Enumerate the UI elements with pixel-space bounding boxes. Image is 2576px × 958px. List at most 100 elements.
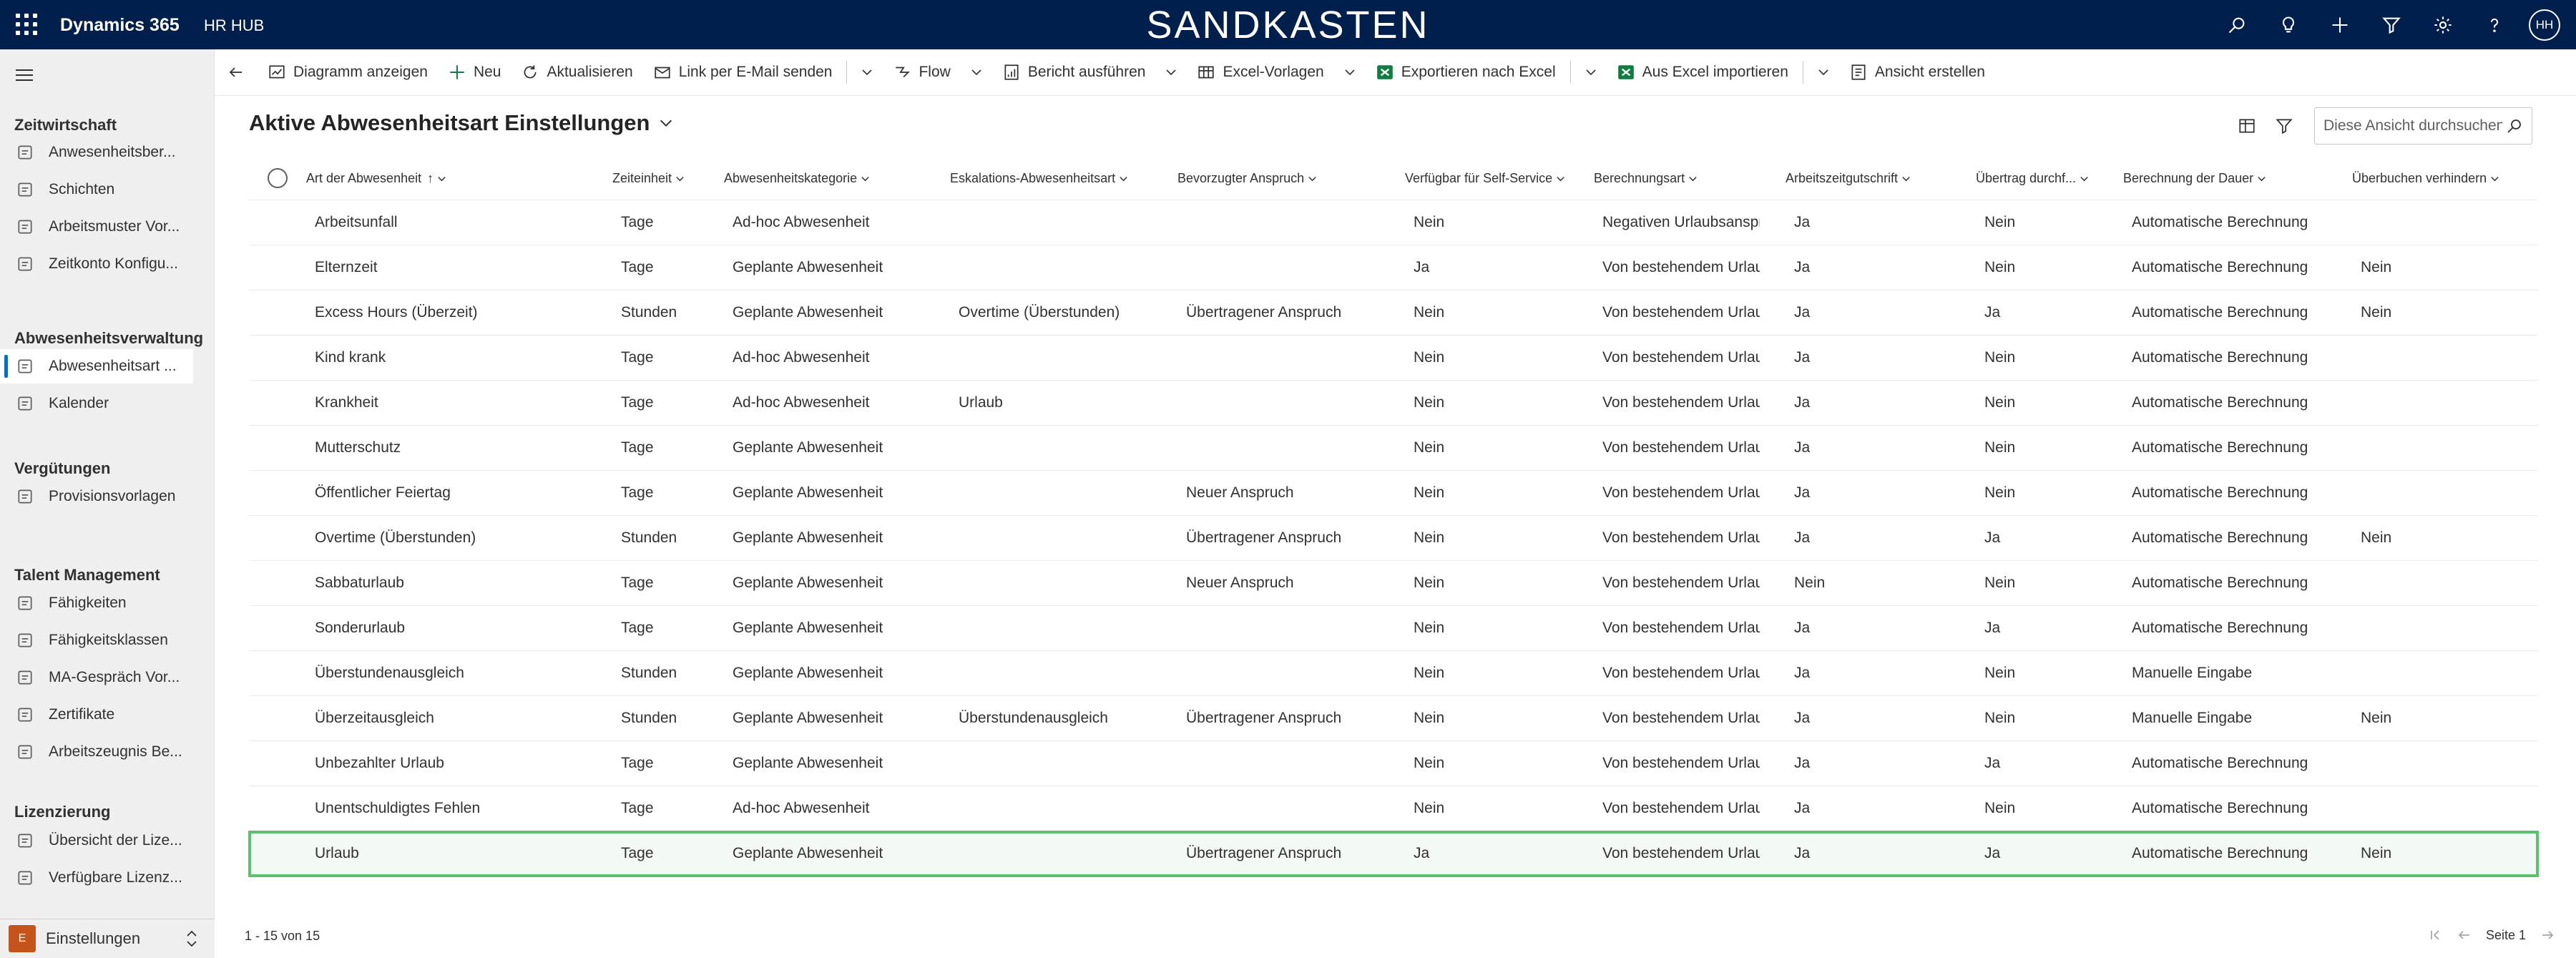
new-button[interactable]: Neu (438, 49, 511, 96)
user-avatar[interactable]: HH (2529, 9, 2560, 41)
table-cell[interactable]: Excess Hours (Überzeit) (315, 290, 601, 335)
column-header[interactable]: Verfügbar für Self-Service (1405, 156, 1565, 200)
refresh-button[interactable]: Aktualisieren (511, 49, 642, 96)
column-header[interactable]: Zeiteinheit (612, 156, 685, 200)
hamburger-menu-icon[interactable] (16, 69, 33, 82)
column-header[interactable]: Überbuchen verhindern (2352, 156, 2499, 200)
flow-button[interactable]: Flow (883, 49, 960, 96)
sidebar-item[interactable]: Übersicht der Lize... (0, 823, 193, 858)
table-cell[interactable]: Sonderurlaub (315, 606, 601, 650)
excel-templates-button[interactable]: Excel-Vorlagen (1187, 49, 1333, 96)
show-chart-button[interactable]: Diagramm anzeigen (258, 49, 438, 96)
table-row[interactable]: Überzeitausgleich Stunden Geplante Abwesen… (249, 696, 2538, 741)
table-cell[interactable]: Überstundenausgleich (315, 651, 601, 695)
table-cell[interactable]: Überzeitausgleich (315, 696, 601, 741)
help-icon[interactable] (2469, 0, 2520, 49)
sidebar-item[interactable]: Arbeitsmuster Vor... (0, 210, 193, 244)
import-excel-button[interactable]: Aus Excel importieren (1607, 49, 1798, 96)
table-cell[interactable]: Overtime (Überstunden) (315, 516, 601, 560)
arrow-left-icon (2458, 931, 2469, 939)
column-header[interactable]: Berechnungsart (1594, 156, 1698, 200)
edit-columns-icon[interactable] (2228, 107, 2266, 145)
chevron-down-icon (2080, 176, 2088, 181)
column-header[interactable]: Abwesenheitskategorie (724, 156, 870, 200)
table-cell[interactable]: Öffentlicher Feiertag (315, 471, 601, 515)
select-all-checkbox[interactable] (268, 168, 288, 188)
excel-icon (1617, 65, 1634, 79)
table-cell[interactable]: Arbeitsunfall (315, 200, 601, 245)
table-row[interactable]: Öffentlicher Feiertag Tage Geplante Abwese… (249, 471, 2538, 516)
view-selector[interactable]: Aktive Abwesenheitsart Einstellungen (249, 110, 674, 136)
filter-icon[interactable] (2266, 107, 2303, 145)
table-cell: Geplante Abwesenheit (733, 575, 883, 591)
area-switcher[interactable]: E Einstellungen (0, 919, 215, 958)
search-input[interactable] (2323, 117, 2502, 135)
table-cell: Tage (621, 620, 654, 636)
sidebar-item[interactable]: Provisionsvorlagen (0, 479, 193, 514)
table-cell: Nein (1984, 484, 2016, 501)
area-badge: E (9, 925, 36, 952)
sidebar-item-label: Zeitkonto Konfigu... (49, 255, 178, 272)
sidebar-item[interactable]: MA-Gespräch Vor... (0, 660, 193, 695)
table-cell[interactable]: Sabbaturlaub (315, 561, 601, 605)
sidebar-item[interactable]: Arbeitszeugnis Be... (0, 735, 193, 769)
search-icon[interactable] (2506, 117, 2523, 135)
sidebar-item[interactable]: Zeitkonto Konfigu... (0, 247, 193, 281)
table-cell[interactable]: Unbezahlter Urlaub (315, 741, 601, 786)
back-button[interactable] (215, 49, 258, 96)
create-view-button[interactable]: Ansicht erstellen (1839, 49, 1995, 96)
gear-icon[interactable] (2417, 0, 2469, 49)
column-header[interactable]: Eskalations-Abwesenheitsart (950, 156, 1128, 200)
column-header[interactable]: Berechnung der Dauer (2123, 156, 2266, 200)
first-page-button[interactable] (2421, 923, 2450, 947)
search-icon[interactable] (2211, 0, 2263, 49)
table-row[interactable]: Unbezahlter Urlaub Tage Geplante Abwesenhe… (249, 741, 2538, 786)
sidebar-item[interactable]: Kalender (0, 386, 193, 421)
table-row[interactable]: Sabbaturlaub Tage Geplante Abwesenheit Neue… (249, 561, 2538, 606)
table-row[interactable]: Urlaub Tage Geplante Abwesenheit Übertragen… (248, 831, 2539, 877)
export-excel-button[interactable]: Exportieren nach Excel (1366, 49, 1566, 96)
table-row[interactable]: Excess Hours (Überzeit) Stunden Geplante A… (249, 290, 2538, 336)
run-report-chevron[interactable] (1155, 49, 1187, 96)
sidebar-item[interactable]: Fähigkeiten (0, 586, 193, 620)
excel-templates-chevron[interactable] (1334, 49, 1366, 96)
lightbulb-icon[interactable] (2263, 0, 2314, 49)
table-row[interactable]: Unentschuldigtes Fehlen Tage Ad-hoc Abwese… (249, 786, 2538, 831)
table-cell: Nein (1414, 620, 1445, 636)
table-row[interactable]: Elternzeit Tage Geplante Abwesenheit Ja Von … (249, 245, 2538, 290)
email-link-button[interactable]: Link per E-Mail senden (643, 49, 843, 96)
table-row[interactable]: Overtime (Überstunden) Stunden Geplante Ab… (249, 516, 2538, 561)
sidebar-item[interactable]: Fähigkeitsklassen (0, 623, 193, 658)
sidebar-item[interactable]: Zertifikate (0, 698, 193, 732)
next-page-button[interactable] (2533, 923, 2562, 947)
document-icon (18, 745, 32, 759)
table-cell[interactable]: Mutterschutz (315, 426, 601, 470)
table-row[interactable]: Überstundenausgleich Stunden Geplante Abwe… (249, 651, 2538, 696)
table-cell[interactable]: Urlaub (315, 831, 601, 876)
table-row[interactable]: Krankheit Tage Ad-hoc Abwesenheit Urlaub Nei… (249, 381, 2538, 426)
table-row[interactable]: Kind krank Tage Ad-hoc Abwesenheit Nein Von … (249, 336, 2538, 381)
table-cell[interactable]: Krankheit (315, 381, 601, 425)
column-header[interactable]: Art der Abwesenheit ↑ (306, 156, 446, 200)
sidebar-item[interactable]: Abwesenheitsart ... (0, 349, 193, 383)
filter-icon[interactable] (2366, 0, 2417, 49)
run-report-button[interactable]: Bericht ausführen (992, 49, 1156, 96)
table-row[interactable]: Arbeitsunfall Tage Ad-hoc Abwesenheit Nein N… (249, 200, 2538, 245)
table-cell[interactable]: Unentschuldigtes Fehlen (315, 786, 601, 831)
table-cell[interactable]: Elternzeit (315, 245, 601, 290)
column-header[interactable]: Arbeitszeitgutschrift (1786, 156, 1911, 200)
column-header[interactable]: Bevorzugter Anspruch (1177, 156, 1317, 200)
sidebar-item[interactable]: Verfügbare Lizenz... (0, 861, 193, 895)
column-header[interactable]: Übertrag durchf... (1976, 156, 2089, 200)
sidebar-item[interactable]: Anwesenheitsber... (0, 135, 193, 170)
table-row[interactable]: Mutterschutz Tage Geplante Abwesenheit Nein… (249, 426, 2538, 471)
import-excel-chevron[interactable] (1808, 49, 1839, 96)
more-commands-chevron[interactable] (851, 49, 883, 96)
plus-icon[interactable] (2314, 0, 2366, 49)
export-excel-chevron[interactable] (1575, 49, 1607, 96)
sidebar-item[interactable]: Schichten (0, 172, 193, 207)
flow-chevron[interactable] (961, 49, 992, 96)
previous-page-button[interactable] (2450, 923, 2479, 947)
table-cell[interactable]: Kind krank (315, 336, 601, 380)
table-row[interactable]: Sonderurlaub Tage Geplante Abwesenheit Nein… (249, 606, 2538, 651)
